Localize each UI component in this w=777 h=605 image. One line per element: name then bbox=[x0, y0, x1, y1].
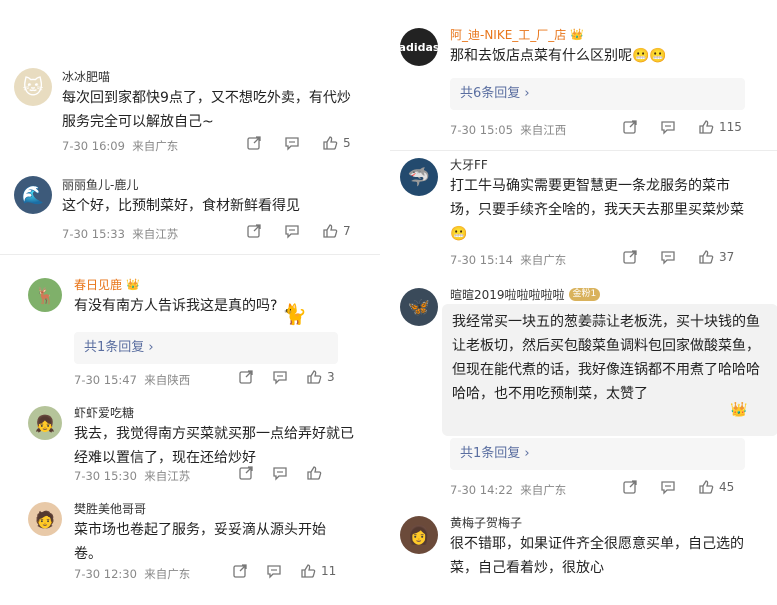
username[interactable]: 阿_迪-NIKE_工_厂_店 👑 bbox=[450, 26, 584, 43]
like-count: 3 bbox=[327, 370, 335, 384]
avatar[interactable]: 👧 bbox=[28, 406, 62, 440]
avatar[interactable]: 🦋 bbox=[400, 288, 438, 326]
like-button[interactable]: 115 bbox=[698, 119, 742, 135]
right-comment-column: adidas 阿_迪-NIKE_工_厂_店 👑 那和去饭店点菜有什么区别呢😬😬 共… bbox=[390, 0, 777, 605]
share-icon[interactable] bbox=[238, 369, 254, 385]
comment-icon[interactable] bbox=[266, 563, 282, 579]
avatar[interactable]: 🐱 bbox=[14, 68, 52, 106]
like-button[interactable]: 45 bbox=[698, 479, 734, 495]
comment-actions: 37 bbox=[622, 249, 734, 265]
username[interactable]: 樊胜美他哥哥 bbox=[74, 500, 146, 517]
share-icon[interactable] bbox=[622, 119, 638, 135]
comment-icon[interactable] bbox=[284, 223, 300, 239]
comment-actions: 11 bbox=[232, 563, 336, 579]
comment-text: 每次回到家都快9点了，又不想吃外卖，有代炒服务完全可以解放自己~ bbox=[62, 90, 351, 130]
divider bbox=[390, 150, 777, 151]
comment-icon[interactable] bbox=[660, 249, 676, 265]
like-count: 115 bbox=[719, 120, 742, 134]
username[interactable]: 大牙FF bbox=[450, 156, 488, 173]
comment-actions: 3 bbox=[238, 369, 335, 385]
comment-actions: 115 bbox=[622, 119, 742, 135]
crown-sticker-icon: 👑 bbox=[730, 402, 748, 418]
comment-text: 有没有南方人告诉我这是真的吗? bbox=[74, 298, 278, 314]
username[interactable]: 丽丽鱼儿-鹿儿 bbox=[62, 176, 138, 193]
like-count: 11 bbox=[321, 564, 337, 578]
reply-link[interactable]: 共1条回复 › bbox=[74, 332, 338, 364]
comment-icon[interactable] bbox=[660, 119, 676, 135]
comment-text: 打工牛马确实需要更智慧更一条龙服务的菜市场，只要手续齐全啥的，我天天去那里买菜炒… bbox=[450, 178, 744, 242]
comment-text: 菜市场也卷起了服务，妥妥滴从源头开始卷。 bbox=[74, 522, 326, 562]
like-count: 7 bbox=[343, 224, 351, 238]
comment-icon[interactable] bbox=[272, 369, 288, 385]
comment-meta: 7-30 15:33 来自江苏 bbox=[62, 227, 179, 241]
comment-actions: 45 bbox=[622, 479, 734, 495]
comment-text: 这个好，比预制菜好，食材新鲜看得见 bbox=[62, 198, 300, 214]
like-button[interactable]: 5 bbox=[322, 135, 351, 151]
comment-meta: 7-30 15:47 来自陕西 bbox=[74, 373, 191, 387]
comment-icon[interactable] bbox=[660, 479, 676, 495]
crown-badge-icon: 👑 bbox=[126, 278, 140, 291]
comment-text: 我经常买一块五的葱姜蒜让老板洗，买十块钱的鱼让老板切，然后买包酸菜鱼调料包回家做… bbox=[442, 304, 777, 436]
cat-sticker-icon: 🐈 bbox=[282, 302, 307, 326]
share-icon[interactable] bbox=[232, 563, 248, 579]
gold-fan-badge: 金粉1 bbox=[568, 288, 601, 301]
reply-link[interactable]: 共1条回复 › bbox=[450, 438, 745, 470]
username[interactable]: 冰冰肥喵 bbox=[62, 68, 110, 85]
comment-actions: 5 bbox=[246, 135, 351, 151]
avatar[interactable]: adidas bbox=[400, 28, 438, 66]
share-icon[interactable] bbox=[246, 135, 262, 151]
username[interactable]: 暄暄2019啦啦啦啦啦 金粉1 bbox=[450, 286, 601, 303]
username[interactable]: 虾虾爱吃糖 bbox=[74, 404, 134, 421]
avatar[interactable]: 🦌 bbox=[28, 278, 62, 312]
like-button[interactable]: 37 bbox=[698, 249, 734, 265]
comment-text: 那和去饭店点菜有什么区别呢😬😬 bbox=[450, 48, 667, 64]
like-count: 5 bbox=[343, 136, 351, 150]
comment-icon[interactable] bbox=[272, 465, 288, 481]
share-icon[interactable] bbox=[622, 249, 638, 265]
like-button[interactable]: 3 bbox=[306, 369, 335, 385]
divider bbox=[0, 254, 380, 255]
username[interactable]: 春日见鹿 👑 bbox=[74, 276, 140, 293]
reply-link[interactable]: 共6条回复 › bbox=[450, 78, 745, 110]
share-icon[interactable] bbox=[622, 479, 638, 495]
like-button[interactable]: 7 bbox=[322, 223, 351, 239]
like-button[interactable]: 11 bbox=[300, 563, 336, 579]
comment-actions bbox=[238, 465, 322, 481]
share-icon[interactable] bbox=[238, 465, 254, 481]
comment-text: 很不错耶，如果证件齐全很愿意买单，自己选的菜，自己看着炒，很放心 bbox=[450, 536, 744, 576]
comment-icon[interactable] bbox=[284, 135, 300, 151]
share-icon[interactable] bbox=[246, 223, 262, 239]
left-comment-column: 🐱 冰冰肥喵 每次回到家都快9点了，又不想吃外卖，有代炒服务完全可以解放自己~ … bbox=[0, 0, 380, 605]
avatar[interactable]: 🌊 bbox=[14, 176, 52, 214]
like-count: 45 bbox=[719, 480, 735, 494]
comment-text: 我去，我觉得南方买菜就买那一点给弄好就已经难以置信了，现在还给炒好 bbox=[74, 426, 354, 466]
comment-meta: 7-30 12:30 来自广东 bbox=[74, 567, 191, 581]
username[interactable]: 黄梅子贺梅子 bbox=[450, 514, 522, 531]
comment-meta: 7-30 14:22 来自广东 bbox=[450, 483, 567, 497]
like-button[interactable] bbox=[306, 465, 322, 481]
crown-badge-icon: 👑 bbox=[570, 28, 585, 41]
avatar[interactable]: 🦈 bbox=[400, 158, 438, 196]
comment-actions: 7 bbox=[246, 223, 351, 239]
avatar[interactable]: 🧑 bbox=[28, 502, 62, 536]
comment-meta: 7-30 15:05 来自江西 bbox=[450, 123, 567, 137]
avatar[interactable]: 👩 bbox=[400, 516, 438, 554]
comment-meta: 7-30 16:09 来自广东 bbox=[62, 139, 179, 153]
like-count: 37 bbox=[719, 250, 735, 264]
comment-meta: 7-30 15:30 来自江苏 bbox=[74, 469, 191, 483]
comment-meta: 7-30 15:14 来自广东 bbox=[450, 253, 567, 267]
